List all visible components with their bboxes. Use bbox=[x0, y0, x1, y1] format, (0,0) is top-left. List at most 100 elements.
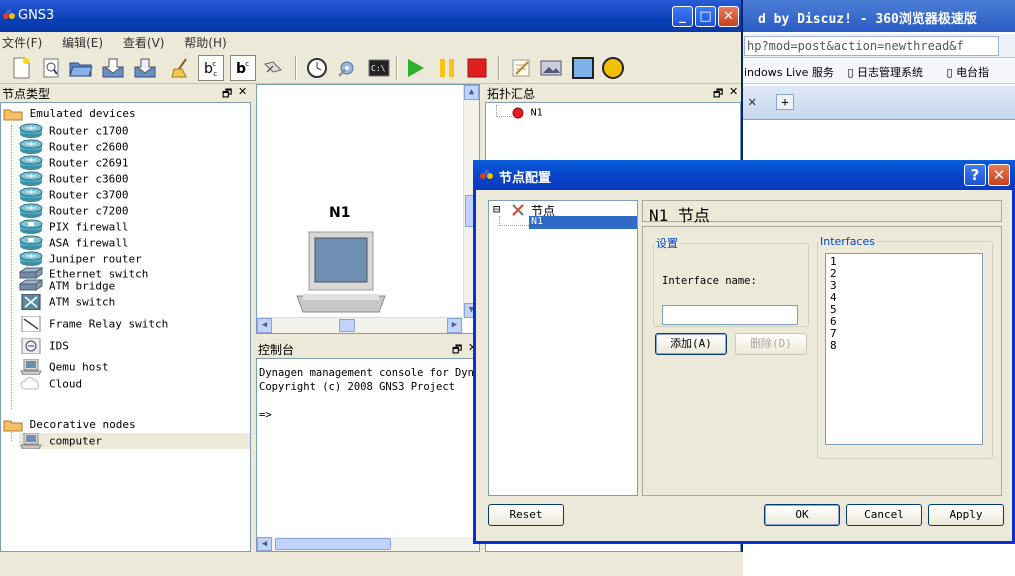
close-tab-icon[interactable]: ✕ bbox=[748, 94, 756, 110]
maximize-button[interactable]: □ bbox=[695, 6, 716, 27]
horizontal-scroll-thumb[interactable] bbox=[275, 538, 391, 550]
favorite-link[interactable]: indows Live 服务 bbox=[744, 66, 834, 79]
node-types-title: 节点类型 bbox=[2, 87, 51, 101]
new-tab-button[interactable]: + bbox=[776, 94, 794, 110]
node-type-item[interactable]: Juniper router bbox=[19, 251, 142, 267]
collapse-icon[interactable]: ⊟ bbox=[493, 202, 500, 216]
interface-list-item[interactable]: 4 bbox=[830, 292, 978, 304]
node-type-item[interactable]: Cloud bbox=[19, 376, 82, 392]
scroll-left-button[interactable]: ◀ bbox=[257, 537, 272, 551]
node-type-item[interactable]: Router c1700 bbox=[19, 123, 128, 139]
node-types-header: 节点类型 🗗 ✕ bbox=[0, 84, 252, 102]
ok-button[interactable]: OK bbox=[764, 504, 840, 526]
close-dock-icon[interactable]: ✕ bbox=[238, 85, 247, 98]
show-interface-labels-icon[interactable]: bcc bbox=[198, 55, 224, 81]
node-type-item[interactable]: computer bbox=[19, 432, 250, 450]
start-icon[interactable] bbox=[402, 55, 428, 81]
interfaces-list[interactable]: 12345678 bbox=[825, 253, 983, 445]
stop-icon[interactable] bbox=[464, 55, 490, 81]
node-type-item[interactable]: Router c2600 bbox=[19, 139, 128, 155]
scroll-up-button[interactable]: ▲ bbox=[464, 85, 479, 100]
pause-icon[interactable] bbox=[434, 55, 460, 81]
topology-node-n1[interactable]: N1 bbox=[512, 106, 543, 119]
reset-button[interactable]: Reset bbox=[488, 504, 564, 526]
node-type-label: PIX firewall bbox=[49, 220, 129, 234]
favorite-link[interactable]: ▯ 日志管理系统 bbox=[847, 66, 933, 79]
save-as-icon[interactable] bbox=[132, 55, 158, 81]
menu-help[interactable]: 帮助(H) bbox=[184, 32, 226, 51]
svg-text:C:\: C:\ bbox=[371, 64, 386, 73]
node-type-item[interactable]: Qemu host bbox=[19, 358, 109, 376]
interface-list-item[interactable]: 2 bbox=[830, 268, 978, 280]
interface-list-item[interactable]: 3 bbox=[830, 280, 978, 292]
close-dialog-button[interactable]: ✕ bbox=[988, 164, 1010, 186]
topology-summary-header: 拓扑汇总 🗗 ✕ bbox=[485, 84, 741, 102]
node-type-label: ATM switch bbox=[49, 295, 116, 309]
menu-view[interactable]: 查看(V) bbox=[123, 32, 165, 51]
browser-url-input[interactable]: hp?mod=post&action=newthread&f bbox=[744, 36, 999, 56]
draw-rectangle-icon[interactable] bbox=[570, 55, 596, 81]
close-window-button[interactable]: ✕ bbox=[718, 6, 739, 27]
category-decorative-nodes[interactable]: Decorative nodes bbox=[3, 418, 136, 434]
interface-list-item[interactable]: 5 bbox=[830, 304, 978, 316]
ids-icon bbox=[19, 337, 43, 355]
node-type-item[interactable]: PIX firewall bbox=[19, 219, 128, 235]
node-label-n1[interactable]: N1 bbox=[329, 205, 350, 221]
interface-name-input[interactable] bbox=[662, 305, 798, 325]
add-interface-button[interactable]: 添加(A) bbox=[655, 333, 727, 355]
node-type-item[interactable]: Router c3600 bbox=[19, 171, 128, 187]
delete-interface-button[interactable]: 删除(D) bbox=[735, 333, 807, 355]
interface-list-item[interactable]: 6 bbox=[830, 316, 978, 328]
interface-list-item[interactable]: 7 bbox=[830, 328, 978, 340]
close-dock-icon[interactable]: ✕ bbox=[729, 85, 738, 98]
interface-name-label: Interface name: bbox=[662, 275, 757, 287]
open-snapshot-icon[interactable] bbox=[38, 55, 64, 81]
save-icon[interactable] bbox=[100, 55, 126, 81]
clear-broom-icon[interactable] bbox=[168, 55, 194, 81]
main-toolbar: bcc bc C:\ bbox=[0, 52, 741, 84]
tree-item-n1[interactable]: N1 bbox=[529, 216, 637, 229]
apply-button[interactable]: Apply bbox=[928, 504, 1004, 526]
console-output[interactable]: Dynagen management console for Dynamips … bbox=[256, 358, 480, 552]
computer-node-icon[interactable] bbox=[295, 230, 387, 314]
help-button[interactable]: ? bbox=[964, 164, 986, 186]
topology-canvas[interactable]: N1 ▲ ▼ ◀ ▶ bbox=[256, 84, 480, 334]
node-type-item[interactable]: ATM switch bbox=[19, 293, 116, 311]
add-link-icon[interactable] bbox=[260, 55, 286, 81]
router-icon bbox=[19, 187, 43, 203]
preferences-icon[interactable] bbox=[334, 55, 360, 81]
favorite-link[interactable]: ▯ 电台指 bbox=[947, 66, 1000, 79]
add-note-icon[interactable] bbox=[508, 55, 534, 81]
canvas-horizontal-scrollbar[interactable]: ◀ ▶ bbox=[257, 317, 463, 333]
minimize-button[interactable]: _ bbox=[672, 6, 693, 27]
new-file-icon[interactable] bbox=[8, 55, 34, 81]
interface-list-item[interactable]: 1 bbox=[830, 256, 978, 268]
node-type-item[interactable]: ATM bridge bbox=[18, 278, 115, 294]
cancel-button[interactable]: Cancel bbox=[846, 504, 922, 526]
scroll-right-button[interactable]: ▶ bbox=[447, 318, 462, 333]
horizontal-scroll-thumb[interactable] bbox=[339, 319, 355, 332]
show-hostnames-icon[interactable]: bc bbox=[230, 55, 256, 81]
node-type-item[interactable]: Router c2691 bbox=[19, 155, 128, 171]
open-folder-icon[interactable] bbox=[68, 55, 94, 81]
node-type-item[interactable]: ASA firewall bbox=[19, 235, 128, 251]
draw-ellipse-icon[interactable] bbox=[600, 55, 626, 81]
insert-image-icon[interactable] bbox=[538, 55, 564, 81]
gns3-titlebar: GNS3 _ □ ✕ bbox=[0, 0, 741, 32]
terminal-icon[interactable]: C:\ bbox=[366, 55, 392, 81]
node-type-item[interactable]: IDS bbox=[19, 337, 69, 355]
node-type-item[interactable]: Router c7200 bbox=[19, 203, 128, 219]
timer-icon[interactable] bbox=[304, 55, 330, 81]
node-type-item[interactable]: Router c3700 bbox=[19, 187, 128, 203]
settings-group: 设置 Interface name: bbox=[653, 235, 809, 327]
console-horizontal-scrollbar[interactable]: ◀ bbox=[257, 537, 479, 551]
router-icon bbox=[19, 139, 43, 155]
category-emulated-devices[interactable]: Emulated devices bbox=[3, 107, 136, 123]
menu-file[interactable]: 文件(F) bbox=[2, 32, 42, 51]
node-type-item[interactable]: Frame Relay switch bbox=[19, 315, 168, 333]
router-icon bbox=[19, 171, 43, 187]
node-type-label: computer bbox=[49, 434, 102, 448]
menu-edit[interactable]: 编辑(E) bbox=[62, 32, 103, 51]
interface-list-item[interactable]: 8 bbox=[830, 340, 978, 352]
scroll-left-button[interactable]: ◀ bbox=[257, 318, 272, 333]
